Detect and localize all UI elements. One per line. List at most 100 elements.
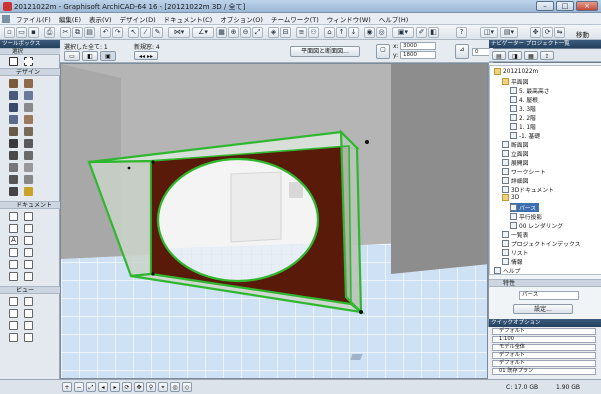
window-tool-icon[interactable] — [9, 139, 18, 148]
view-section[interactable]: ビュー — [0, 286, 60, 294]
geometry-method-icon[interactable]: ▭ — [64, 51, 80, 61]
section-icon[interactable]: ⊟ — [280, 27, 291, 38]
window-tile-icon[interactable]: ◫▾ — [480, 27, 498, 38]
redo-icon[interactable]: ↷ — [112, 27, 123, 38]
fit-window-icon[interactable]: ⤢ — [252, 27, 263, 38]
morph-tool-icon[interactable] — [24, 163, 33, 172]
tree-item[interactable]: 一覧表 — [502, 230, 528, 239]
3d-view-icon[interactable]: ◈ — [268, 27, 279, 38]
pointer-icon[interactable]: ↖ — [128, 27, 139, 38]
polyline-tool-icon[interactable] — [24, 260, 33, 269]
layer-icon[interactable]: ≡ — [296, 27, 307, 38]
menu-design[interactable]: デザイン(D) — [116, 14, 160, 24]
tree-item[interactable]: リスト — [502, 248, 528, 257]
renovation-combo[interactable]: 01 既存プラン — [492, 368, 596, 375]
tree-item[interactable]: 平面図 — [502, 77, 528, 86]
angle-field[interactable]: 0 — [472, 48, 490, 56]
width-field[interactable]: 3000 — [400, 42, 436, 50]
menu-edit[interactable]: 編集(E) — [55, 14, 85, 24]
explore-icon[interactable]: ⌖ — [158, 382, 168, 392]
marquee-tool-icon[interactable] — [24, 57, 33, 66]
tree-item[interactable]: -1. 基礎 — [510, 131, 540, 140]
zoom-in-status-icon[interactable]: + — [62, 382, 72, 392]
save-icon[interactable]: ▪ — [28, 27, 39, 38]
hotspot[interactable] — [359, 310, 363, 314]
menu-file[interactable]: ファイル(F) — [12, 14, 55, 24]
orbit-icon[interactable]: ⟳ — [122, 382, 132, 392]
tree-item[interactable]: 平行投影 — [510, 212, 542, 221]
properties-name-field[interactable]: パース — [519, 291, 579, 300]
zoom-out-status-icon[interactable]: − — [74, 382, 84, 392]
tree-item[interactable]: 詳細図 — [502, 176, 528, 185]
mvo-combo[interactable]: デフォルト — [492, 360, 596, 367]
structure-combo[interactable]: モデル全体 — [492, 344, 596, 351]
arrow-down-icon[interactable]: ↓ — [348, 27, 359, 38]
zoom-in-icon[interactable]: ⊕ — [228, 27, 239, 38]
snap-guide-icon[interactable]: ⋈▾ — [168, 27, 190, 38]
menu-options[interactable]: オプション(O) — [216, 14, 267, 24]
tree-item[interactable]: 00 レンダリング — [510, 221, 563, 230]
layer-combo[interactable]: デフォルト — [492, 328, 596, 335]
3d-viewport[interactable] — [60, 63, 488, 379]
walk-icon[interactable]: ⚲ — [146, 382, 156, 392]
change-tool-icon[interactable] — [24, 321, 33, 330]
bulb-icon[interactable] — [24, 187, 33, 196]
roof-tool-icon[interactable] — [24, 103, 33, 112]
tree-item[interactable]: 3. 3階 — [510, 104, 536, 113]
teamwork-icon[interactable]: ⚇ — [308, 27, 319, 38]
tree-item[interactable]: 情報 — [502, 257, 523, 266]
hotspot[interactable] — [151, 160, 155, 164]
tree-item[interactable]: ヘルプ — [494, 266, 520, 275]
display-mode-icon[interactable]: ▣▾ — [392, 27, 414, 38]
zone-tool-icon[interactable] — [24, 151, 33, 160]
label-tool-icon[interactable] — [24, 236, 33, 245]
next-zoom-icon[interactable]: ▸ — [110, 382, 120, 392]
detail-tool-icon[interactable] — [9, 321, 18, 330]
minimize-button[interactable]: – — [536, 1, 554, 11]
arc-tool-icon[interactable] — [9, 260, 18, 269]
copy-icon[interactable]: ⧉ — [72, 27, 83, 38]
fill-tool-icon[interactable] — [9, 248, 18, 257]
view-map-icon[interactable]: ◨ — [508, 51, 522, 60]
eyedropper-icon[interactable]: ⁄ — [140, 27, 151, 38]
menu-view[interactable]: 表示(V) — [85, 14, 116, 24]
object-tool-icon[interactable] — [24, 139, 33, 148]
camera-icon[interactable]: ◎ — [376, 27, 387, 38]
tree-item[interactable]: 展開図 — [502, 158, 528, 167]
tree-item[interactable]: 立面図 — [502, 149, 528, 158]
mirror-tool-icon[interactable]: ⇋ — [554, 27, 565, 38]
mesh-tool-icon[interactable] — [9, 163, 18, 172]
pan-icon[interactable]: ✥ — [134, 382, 144, 392]
curtain-wall-tool-icon[interactable] — [9, 127, 18, 136]
syringe-icon[interactable]: ✎ — [152, 27, 163, 38]
tree-item[interactable]: 2. 2階 — [510, 113, 536, 122]
scale-combo[interactable]: 1:100 — [492, 336, 596, 343]
grid-tool-icon[interactable] — [24, 333, 33, 342]
menu-document[interactable]: ドキュメント(C) — [160, 14, 217, 24]
corner-window-icon[interactable] — [24, 175, 33, 184]
render-icon[interactable]: ◉ — [364, 27, 375, 38]
anchor-icon[interactable]: ◧ — [82, 51, 98, 61]
close-button[interactable]: × — [576, 1, 598, 11]
door-tool-icon[interactable] — [24, 127, 33, 136]
section-tool-icon[interactable] — [9, 297, 18, 306]
hotspot-tool-icon[interactable] — [24, 272, 33, 281]
settings-button[interactable]: 設定... — [513, 304, 573, 314]
pen-set-icon[interactable]: ✐ — [416, 27, 427, 38]
arrange-icon[interactable]: ▤▾ — [500, 27, 518, 38]
home-icon[interactable]: ⌂ — [324, 27, 335, 38]
tree-item[interactable]: 断面図 — [502, 140, 528, 149]
publisher-icon[interactable]: ⇪ — [540, 51, 554, 60]
interior-elevation-icon[interactable] — [9, 309, 18, 318]
undo-icon[interactable]: ↶ — [100, 27, 111, 38]
tree-item[interactable]: 1. 1階 — [510, 122, 536, 131]
project-map-icon[interactable]: ▤ — [492, 51, 506, 60]
hotspot[interactable] — [127, 166, 131, 170]
tree-item[interactable]: 3Dドキュメント — [502, 185, 554, 194]
zoom-out-icon[interactable]: ⊖ — [240, 27, 251, 38]
print-icon[interactable]: ⎙ — [44, 27, 55, 38]
open-folder-icon[interactable]: ▭ — [16, 27, 27, 38]
worksheet-tool-icon[interactable] — [24, 309, 33, 318]
radial-dimension-icon[interactable] — [24, 224, 33, 233]
window-shape-icon[interactable]: ▣ — [100, 51, 116, 61]
